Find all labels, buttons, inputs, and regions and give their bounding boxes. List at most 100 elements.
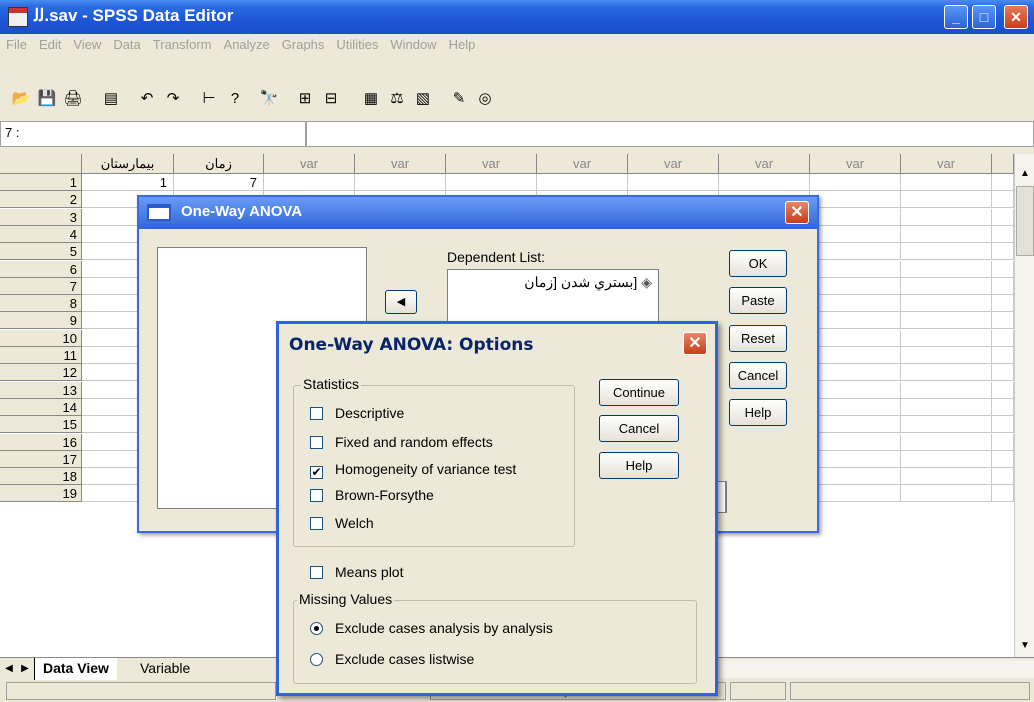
menu-transform[interactable]: Transform	[147, 34, 218, 52]
row-header[interactable]: 15	[0, 416, 82, 434]
menu-file[interactable]: File	[0, 34, 33, 52]
grid-cell[interactable]	[355, 174, 446, 191]
grid-cell[interactable]	[719, 174, 810, 191]
tab-variable-view[interactable]: Variable	[132, 658, 198, 680]
grid-cell[interactable]	[810, 295, 901, 313]
row-header[interactable]: 5	[0, 243, 82, 261]
close-button[interactable]: ✕	[1004, 5, 1028, 29]
grid-cell[interactable]	[992, 433, 1014, 451]
variables-icon[interactable]: ?	[222, 86, 248, 110]
descriptive-checkbox[interactable]: Descriptive	[310, 405, 404, 421]
scroll-thumb[interactable]	[1016, 186, 1034, 256]
column-header[interactable]: var	[355, 154, 446, 174]
redo-icon[interactable]: ↷	[160, 86, 186, 110]
grid-cell[interactable]	[992, 381, 1014, 399]
fixed-random-effects-checkbox[interactable]: Fixed and random effects	[310, 434, 493, 450]
grid-cell[interactable]	[992, 243, 1014, 261]
menu-help[interactable]: Help	[443, 34, 482, 52]
row-header[interactable]: 16	[0, 433, 82, 451]
grid-cell[interactable]	[901, 485, 992, 503]
grid-cell[interactable]	[537, 174, 628, 191]
save-icon[interactable]: 💾	[34, 86, 60, 110]
split-file-icon[interactable]: ▦	[358, 86, 384, 110]
radio-unselected-icon[interactable]	[310, 653, 323, 666]
grid-cell[interactable]	[810, 174, 901, 191]
grid-cell[interactable]	[810, 208, 901, 226]
menu-utilities[interactable]: Utilities	[330, 34, 384, 52]
row-header[interactable]: 6	[0, 260, 82, 278]
dependent-item[interactable]: ◈ [بستري شدن [زمان	[524, 274, 652, 291]
checkbox-box[interactable]	[310, 517, 323, 530]
grid-cell[interactable]	[901, 347, 992, 364]
dependent-list[interactable]: ◈ [بستري شدن [زمان	[447, 269, 659, 329]
column-header[interactable]: var	[628, 154, 719, 174]
grid-cell[interactable]	[901, 381, 992, 399]
exclude-analysis-radio[interactable]: Exclude cases analysis by analysis	[310, 620, 553, 636]
column-header[interactable]: var	[901, 154, 992, 174]
grid-cell[interactable]	[992, 295, 1014, 313]
grid-cell[interactable]	[446, 174, 537, 191]
maximize-button[interactable]: □	[972, 5, 996, 29]
column-header[interactable]: var	[446, 154, 537, 174]
grid-cell[interactable]	[901, 450, 992, 468]
checkbox-box[interactable]	[310, 489, 323, 502]
options-cancel-button[interactable]: Cancel	[599, 415, 679, 442]
grid-cell[interactable]	[992, 260, 1014, 278]
anova-close-icon[interactable]: ✕	[785, 201, 809, 224]
grid-cell[interactable]	[901, 277, 992, 295]
grid-cell[interactable]	[901, 225, 992, 243]
grid-cell[interactable]	[901, 433, 992, 451]
grid-cell[interactable]	[901, 312, 992, 330]
tab-prev-icon[interactable]: ◀	[2, 661, 16, 677]
anova-dialog-title[interactable]: One-Way ANOVA	[139, 197, 817, 229]
tab-next-icon[interactable]: ▶	[18, 661, 32, 677]
menu-window[interactable]: Window	[384, 34, 442, 52]
horizontal-scrollbar[interactable]	[720, 660, 1034, 678]
brown-forsythe-checkbox[interactable]: Brown-Forsythe	[310, 487, 434, 503]
grid-cell[interactable]	[810, 277, 901, 295]
grid-cell[interactable]	[992, 329, 1014, 347]
grid-cell[interactable]	[810, 485, 901, 503]
cell-value-editor[interactable]	[306, 121, 1034, 147]
column-header[interactable]: زمان	[174, 154, 264, 174]
cancel-button[interactable]: Cancel	[729, 362, 787, 389]
grid-corner-cell[interactable]	[0, 154, 82, 174]
checkbox-box[interactable]	[310, 407, 323, 420]
grid-cell[interactable]	[901, 398, 992, 416]
grid-cell[interactable]	[810, 416, 901, 434]
scroll-up-icon[interactable]: ▲	[1017, 168, 1033, 184]
tab-data-view[interactable]: Data View	[34, 658, 117, 680]
row-header[interactable]: 10	[0, 329, 82, 347]
grid-cell[interactable]	[992, 416, 1014, 434]
grid-cell[interactable]	[992, 208, 1014, 226]
column-header[interactable]: var	[537, 154, 628, 174]
grid-cell[interactable]	[810, 398, 901, 416]
welch-checkbox[interactable]: Welch	[310, 515, 374, 531]
grid-cell[interactable]	[901, 329, 992, 347]
grid-cell[interactable]	[901, 416, 992, 434]
row-header[interactable]: 2	[0, 191, 82, 209]
grid-cell[interactable]	[992, 450, 1014, 468]
grid-cell[interactable]	[810, 364, 901, 382]
minimize-button[interactable]: _	[944, 5, 968, 29]
grid-cell[interactable]	[810, 312, 901, 330]
menu-data[interactable]: Data	[107, 34, 146, 52]
options-close-icon[interactable]: ✕	[683, 332, 707, 355]
grid-cell[interactable]	[901, 174, 992, 191]
grid-cell[interactable]	[264, 174, 355, 191]
row-header[interactable]: 8	[0, 295, 82, 313]
menu-graphs[interactable]: Graphs	[276, 34, 331, 52]
grid-cell[interactable]	[810, 225, 901, 243]
grid-cell[interactable]	[810, 191, 901, 209]
grid-cell[interactable]	[992, 468, 1014, 486]
column-header[interactable]: var	[264, 154, 355, 174]
column-header[interactable]: var	[719, 154, 810, 174]
options-dialog-title[interactable]: One-Way ANOVA: Options	[279, 324, 715, 364]
grid-cell[interactable]: 1	[82, 174, 174, 191]
print-icon[interactable]: 🖨	[60, 86, 86, 110]
menu-edit[interactable]: Edit	[33, 34, 67, 52]
grid-cell[interactable]	[901, 468, 992, 486]
grid-cell[interactable]	[810, 347, 901, 364]
open-icon[interactable]: 📂	[8, 86, 34, 110]
grid-cell[interactable]	[992, 225, 1014, 243]
